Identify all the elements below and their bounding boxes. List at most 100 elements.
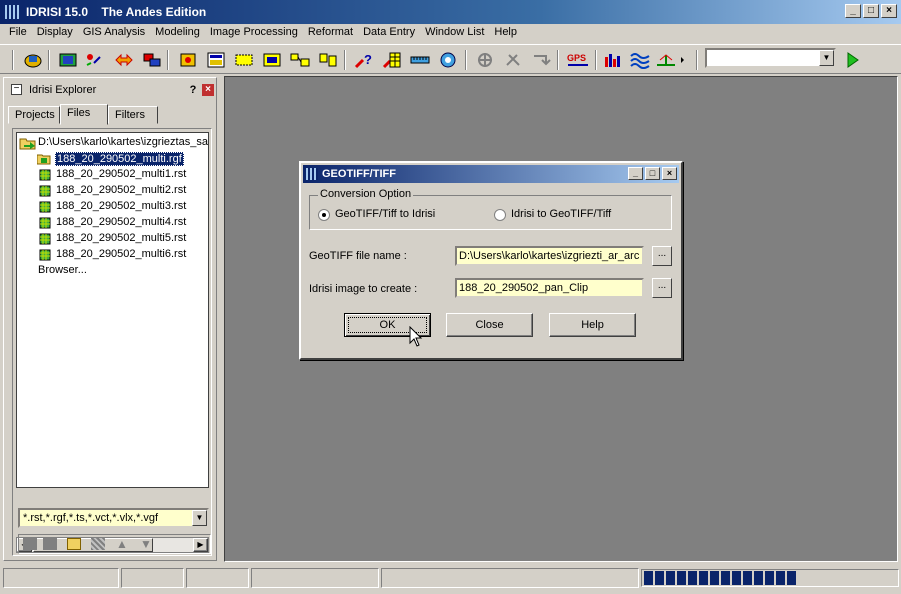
add-layer-icon[interactable] <box>178 51 198 69</box>
feature-properties-icon[interactable] <box>318 51 338 69</box>
folder-icon[interactable] <box>67 538 81 550</box>
map-properties-icon[interactable] <box>206 51 226 69</box>
app-title-bar[interactable]: IDRISI 15.0 The Andes Edition _ □ × <box>0 0 901 24</box>
gps-label: GPS <box>567 53 586 63</box>
radio-label: Idrisi to GeoTIFF/Tiff <box>511 208 612 220</box>
status-panel <box>186 568 249 588</box>
properties-icon[interactable] <box>43 538 57 550</box>
idrisi-image-label: Idrisi image to create : <box>309 283 418 295</box>
radio-unselected-icon[interactable] <box>494 209 506 221</box>
dialog-close-button[interactable]: × <box>662 167 677 180</box>
app-title: IDRISI 15.0 The Andes Edition <box>26 5 207 19</box>
idrisi-browse-button[interactable]: ... <box>652 278 672 298</box>
geotiff-file-input[interactable]: D:\Users\karlo\kartes\izgriezti_ar_arc <box>455 246 644 266</box>
status-panel <box>251 568 379 588</box>
menu-gis-analysis[interactable]: GIS Analysis <box>78 24 150 43</box>
file-name: 188_20_290502_multi2.rst <box>56 184 187 196</box>
edit-icon[interactable] <box>503 51 523 69</box>
menu-reformat[interactable]: Reformat <box>303 24 358 43</box>
help-label: Help <box>581 319 604 331</box>
status-panel <box>381 568 639 588</box>
dialog-app-icon <box>306 168 318 180</box>
geotiff-browse-button[interactable]: ... <box>652 246 672 266</box>
histogram-icon[interactable] <box>603 51 623 69</box>
status-panel <box>121 568 184 588</box>
file-filter-select[interactable]: *.rst,*.rgf,*.ts,*.vct,*.vlx,*.vgf ▼ <box>18 508 209 528</box>
dialog-maximize-button[interactable]: □ <box>645 167 660 180</box>
raster-file-icon <box>39 217 51 229</box>
radio-label: GeoTIFF/Tiff to Idrisi <box>335 208 436 220</box>
file-name: 188_20_290502_multi1.rst <box>56 168 187 180</box>
tab-files[interactable]: Files <box>60 104 108 125</box>
tab-filters[interactable]: Filters <box>108 106 158 124</box>
explorer-title-bar: − Idrisi Explorer ? × <box>7 81 214 99</box>
status-bar <box>0 566 901 590</box>
dialog-title-bar[interactable]: GEOTIFF/TIFF _ □ × <box>303 165 679 183</box>
grid-icon[interactable] <box>91 538 105 550</box>
menu-file[interactable]: File <box>4 24 32 43</box>
chevron-down-icon[interactable]: ▼ <box>819 50 834 66</box>
metadata-icon[interactable] <box>23 538 37 550</box>
close-label: Close <box>475 319 504 331</box>
undo-icon[interactable] <box>531 51 551 69</box>
idrisi-image-input[interactable]: 188_20_290502_pan_Clip <box>455 278 644 298</box>
profile-icon[interactable] <box>656 51 686 69</box>
toolbar-separator <box>12 50 14 70</box>
file-name: 188_20_290502_multi5.rst <box>56 232 187 244</box>
dialog-minimize-button[interactable]: _ <box>628 167 643 180</box>
toolbar-separator <box>595 50 597 70</box>
globe-icon[interactable] <box>438 51 458 69</box>
open-folder-icon <box>19 138 36 150</box>
help-icon[interactable]: ? <box>187 84 199 96</box>
menu-window-list[interactable]: Window List <box>420 24 489 43</box>
menu-image-processing[interactable]: Image Processing <box>205 24 303 43</box>
minimize-button[interactable]: _ <box>845 4 861 18</box>
raster-file-icon <box>39 185 51 197</box>
run-icon[interactable] <box>843 51 863 69</box>
close-icon[interactable]: × <box>202 84 214 96</box>
gps-icon[interactable]: GPS <box>566 51 590 69</box>
layer-icon[interactable] <box>142 51 162 69</box>
close-button[interactable]: × <box>881 4 897 18</box>
collapse-icon[interactable]: − <box>11 84 22 95</box>
display-launcher-icon[interactable] <box>23 51 43 69</box>
close-dialog-button[interactable]: Close <box>446 313 533 337</box>
svg-text:?: ? <box>364 52 372 67</box>
tab-projects[interactable]: Projects <box>8 106 60 124</box>
query-icon[interactable]: ? <box>354 51 374 69</box>
down-arrow-icon[interactable]: ▼ <box>139 538 153 550</box>
files-pane: D:\Users\karlo\kartes\izgrieztas_sa 188_… <box>12 128 212 556</box>
chevron-down-icon[interactable]: ▼ <box>192 510 207 526</box>
file-name: 188_20_290502_multi4.rst <box>56 216 187 228</box>
link-icon[interactable] <box>114 51 134 69</box>
menu-bar: File Display GIS Analysis Modeling Image… <box>0 24 901 43</box>
help-button[interactable]: Help <box>549 313 636 337</box>
ruler-icon[interactable] <box>410 51 430 69</box>
menu-modeling[interactable]: Modeling <box>150 24 205 43</box>
digitize-icon[interactable] <box>382 51 402 69</box>
symbol-workshop-icon[interactable] <box>84 51 104 69</box>
zoom-icon[interactable] <box>290 51 310 69</box>
status-panel <box>3 568 119 588</box>
measure-icon[interactable] <box>234 51 254 69</box>
menu-data-entry[interactable]: Data Entry <box>358 24 420 43</box>
composite-icon[interactable] <box>58 51 78 69</box>
maximize-button[interactable]: □ <box>863 4 879 18</box>
radio-selected-icon[interactable] <box>318 209 330 221</box>
toolbar-separator <box>48 50 50 70</box>
idrisi-app-icon[interactable] <box>5 5 19 19</box>
file-name: 188_20_290502_multi.rgf <box>55 152 184 166</box>
file-filter-value: *.rst,*.rgf,*.ts,*.vct,*.vlx,*.vgf <box>23 512 159 524</box>
toolbar-separator <box>344 50 346 70</box>
explorer-title: Idrisi Explorer <box>29 84 97 96</box>
mouse-pointer-icon <box>409 326 423 347</box>
menu-display[interactable]: Display <box>32 24 78 43</box>
toolbar-combo-box[interactable]: ▼ <box>705 48 836 68</box>
file-tree[interactable]: D:\Users\karlo\kartes\izgrieztas_sa 188_… <box>16 132 209 488</box>
crosshair-icon[interactable] <box>475 51 495 69</box>
wave-icon[interactable] <box>630 51 650 69</box>
menu-help[interactable]: Help <box>489 24 522 43</box>
up-arrow-icon[interactable]: ▲ <box>115 538 129 550</box>
raster-file-icon <box>39 169 51 181</box>
pan-icon[interactable] <box>262 51 282 69</box>
